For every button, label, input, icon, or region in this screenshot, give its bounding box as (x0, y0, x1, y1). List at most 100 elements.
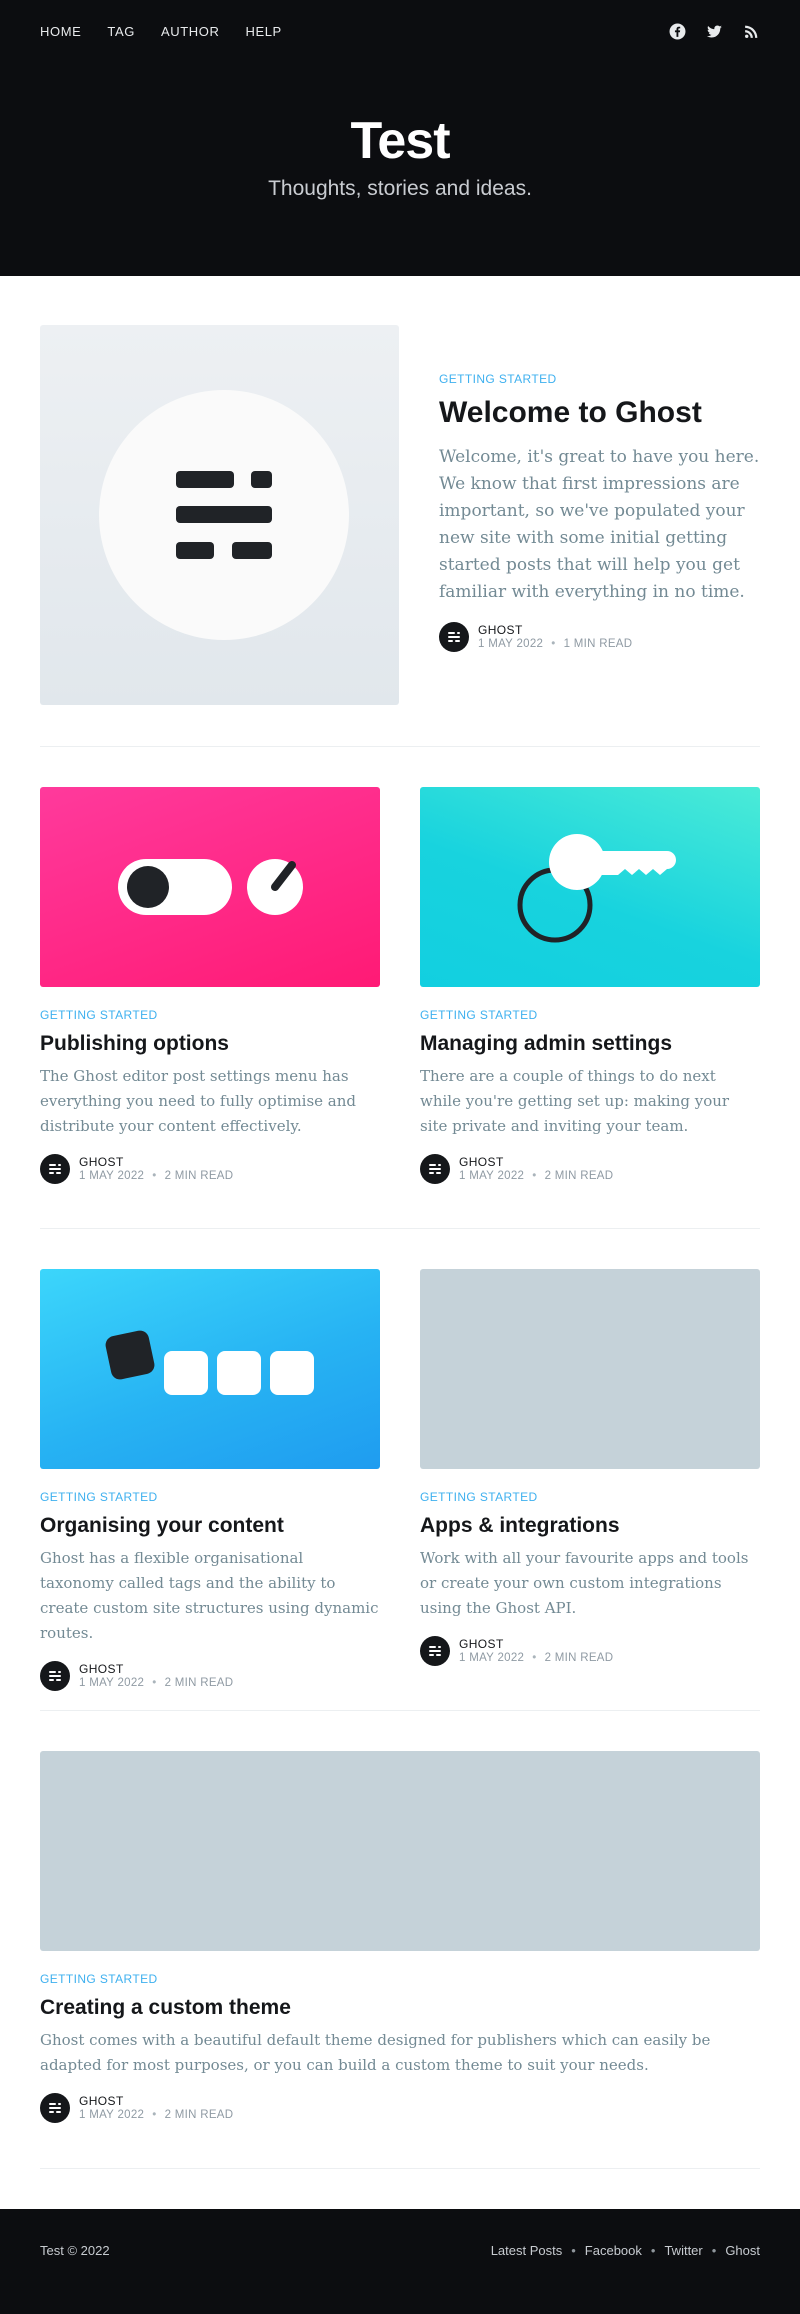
post-date: 1 MAY 2022 (459, 1170, 525, 1182)
site-footer: Test © 2022 Latest Posts • Facebook • Tw… (0, 2209, 800, 2314)
separator-dot: • (532, 1170, 537, 1182)
post-read-time: 2 MIN READ (544, 1652, 614, 1664)
post-meta: GHOST 1 MAY 2022 • 2 MIN READ (420, 1154, 760, 1184)
site-title: Test (350, 112, 450, 170)
author-avatar[interactable] (40, 2093, 70, 2123)
section-divider (40, 1228, 760, 1229)
ghost-logo-bar (232, 542, 272, 559)
post-byline: 1 MAY 2022 • 2 MIN READ (79, 1169, 233, 1183)
ghost-logo-circle (99, 390, 349, 640)
post-excerpt[interactable]: Work with all your favourite apps and to… (420, 1546, 760, 1621)
post-byline: 1 MAY 2022 • 2 MIN READ (459, 1651, 613, 1665)
post-card-publishing: GETTING STARTED Publishing options The G… (40, 787, 380, 1184)
separator-dot: • (152, 1170, 157, 1182)
post-title[interactable]: Apps & integrations (420, 1512, 760, 1540)
post-image-publishing[interactable] (40, 787, 380, 987)
post-title[interactable]: Creating a custom theme (40, 1994, 760, 2022)
separator-dot: • (532, 1652, 537, 1664)
post-date: 1 MAY 2022 (79, 2109, 145, 2121)
post-image-welcome[interactable] (40, 325, 399, 705)
post-meta: GHOST 1 MAY 2022 • 1 MIN READ (439, 622, 760, 652)
ghost-logo-bar (176, 471, 234, 488)
post-card-apps-integrations: GETTING STARTED Apps & integrations Work… (420, 1269, 760, 1666)
post-date: 1 MAY 2022 (79, 1170, 145, 1182)
site-description: Thoughts, stories and ideas. (268, 177, 532, 200)
post-tag[interactable]: GETTING STARTED (40, 1972, 760, 1987)
post-byline: 1 MAY 2022 • 2 MIN READ (79, 2108, 233, 2122)
post-read-time: 2 MIN READ (164, 1170, 234, 1182)
post-excerpt[interactable]: Welcome, it's great to have you here. We… (439, 444, 760, 606)
author-name[interactable]: GHOST (459, 1155, 613, 1169)
section-divider (40, 1710, 760, 1711)
post-tag[interactable]: GETTING STARTED (420, 1008, 760, 1023)
post-image-custom-theme[interactable] (40, 1751, 760, 1951)
post-card-welcome: GETTING STARTED Welcome to Ghost Welcome… (439, 372, 760, 652)
footer-separator: • (650, 2243, 656, 2258)
post-meta: GHOST 1 MAY 2022 • 2 MIN READ (420, 1636, 760, 1666)
post-title[interactable]: Welcome to Ghost (439, 395, 760, 431)
author-name[interactable]: GHOST (459, 1637, 613, 1651)
footer-separator: • (711, 2243, 717, 2258)
post-read-time: 1 MIN READ (563, 638, 633, 650)
author-avatar[interactable] (439, 622, 469, 652)
author-name[interactable]: GHOST (79, 1662, 233, 1676)
post-tag[interactable]: GETTING STARTED (40, 1490, 380, 1505)
nav-help-link[interactable]: HELP (245, 24, 281, 40)
post-byline: 1 MAY 2022 • 1 MIN READ (478, 637, 632, 651)
footer-link-ghost[interactable]: Ghost (725, 2243, 760, 2259)
post-card-custom-theme: GETTING STARTED Creating a custom theme … (40, 1751, 760, 2123)
nav-tag-link[interactable]: TAG (107, 24, 135, 40)
facebook-icon[interactable] (669, 23, 686, 40)
blocks-illustration (105, 1330, 314, 1395)
separator-dot: • (551, 638, 556, 650)
post-date: 1 MAY 2022 (459, 1652, 525, 1664)
author-avatar[interactable] (420, 1636, 450, 1666)
post-excerpt[interactable]: The Ghost editor post settings menu has … (40, 1064, 380, 1139)
post-title[interactable]: Publishing options (40, 1030, 380, 1058)
social-links (669, 23, 760, 40)
post-title[interactable]: Managing admin settings (420, 1030, 760, 1058)
author-avatar[interactable] (40, 1154, 70, 1184)
author-name[interactable]: GHOST (478, 623, 632, 637)
post-read-time: 2 MIN READ (164, 1677, 234, 1689)
post-image-organising[interactable] (40, 1269, 380, 1469)
post-date: 1 MAY 2022 (79, 1677, 145, 1689)
section-divider (40, 746, 760, 747)
footer-separator: • (571, 2243, 576, 2258)
nav-home-link[interactable]: HOME (40, 24, 81, 40)
post-excerpt[interactable]: Ghost has a flexible organisational taxo… (40, 1546, 380, 1646)
site-header: HOME TAG AUTHOR HELP Test Thoughts, stor… (0, 0, 800, 276)
post-read-time: 2 MIN READ (164, 2109, 234, 2121)
footer-link-facebook[interactable]: Facebook (585, 2243, 642, 2259)
author-avatar[interactable] (420, 1154, 450, 1184)
ghost-logo-bar (176, 542, 214, 559)
main-nav: HOME TAG AUTHOR HELP (40, 24, 282, 40)
post-meta: GHOST 1 MAY 2022 • 2 MIN READ (40, 2093, 760, 2123)
ghost-logo-bar (251, 471, 272, 488)
separator-dot: • (152, 1677, 157, 1689)
post-image-apps-integrations[interactable] (420, 1269, 760, 1469)
post-tag[interactable]: GETTING STARTED (420, 1490, 760, 1505)
post-excerpt[interactable]: There are a couple of things to do next … (420, 1064, 760, 1139)
post-tag[interactable]: GETTING STARTED (40, 1008, 380, 1023)
post-meta: GHOST 1 MAY 2022 • 2 MIN READ (40, 1661, 380, 1691)
footer-link-twitter[interactable]: Twitter (664, 2243, 702, 2259)
nav-author-link[interactable]: AUTHOR (161, 24, 220, 40)
post-excerpt[interactable]: Ghost comes with a beautiful default the… (40, 2028, 760, 2078)
key-ring-illustration (517, 834, 676, 943)
post-card-organising: GETTING STARTED Organising your content … (40, 1269, 380, 1691)
rss-icon[interactable] (743, 23, 760, 40)
twitter-icon[interactable] (706, 23, 723, 40)
post-image-admin-settings[interactable] (420, 787, 760, 987)
post-byline: 1 MAY 2022 • 2 MIN READ (79, 1676, 233, 1690)
post-tag[interactable]: GETTING STARTED (439, 372, 760, 387)
footer-copyright: Test © 2022 (40, 2243, 110, 2258)
section-divider (40, 2168, 760, 2169)
post-date: 1 MAY 2022 (478, 638, 544, 650)
author-name[interactable]: GHOST (79, 1155, 233, 1169)
author-name[interactable]: GHOST (79, 2094, 233, 2108)
post-card-admin-settings: GETTING STARTED Managing admin settings … (420, 787, 760, 1184)
footer-link-latest-posts[interactable]: Latest Posts (491, 2243, 563, 2259)
author-avatar[interactable] (40, 1661, 70, 1691)
post-title[interactable]: Organising your content (40, 1512, 380, 1540)
